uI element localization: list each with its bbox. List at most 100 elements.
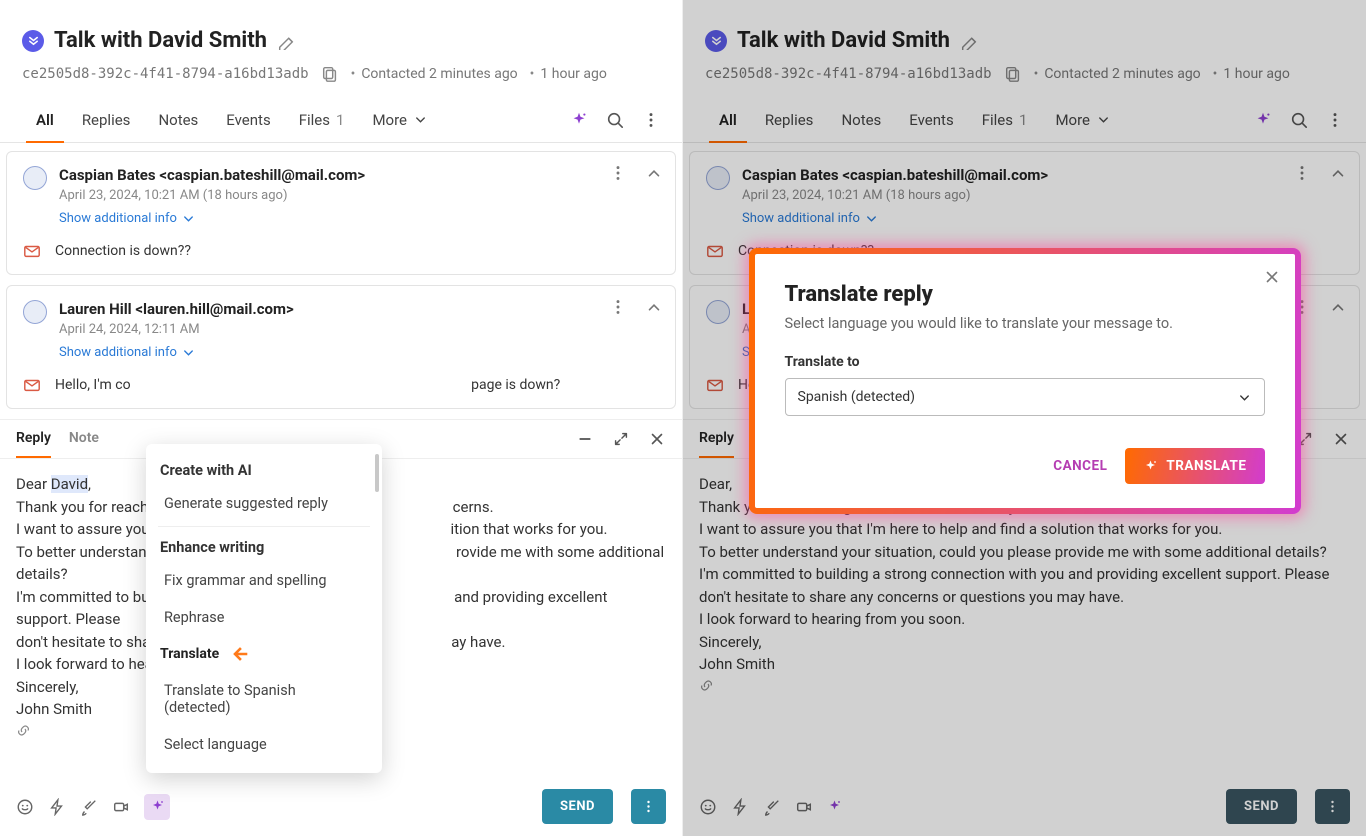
video-icon[interactable] — [795, 798, 813, 816]
tabs-bar: All Replies Notes Events Files1 More — [0, 97, 682, 143]
show-additional-info[interactable]: Show additional info — [59, 211, 196, 226]
search-icon[interactable] — [1290, 111, 1308, 129]
show-additional-info[interactable]: Show additional info — [59, 345, 196, 360]
message-time: April 23, 2024, 10:21 AM (18 hours ago) — [59, 188, 365, 203]
message-from: Caspian Bates <caspian.bateshill@mail.co… — [742, 166, 1048, 184]
tab-more[interactable]: More — [1041, 97, 1125, 142]
reply-tab-reply[interactable]: Reply — [16, 420, 51, 458]
collapse-message-icon[interactable] — [645, 298, 663, 316]
expand-icon[interactable] — [612, 430, 630, 448]
tab-replies[interactable]: Replies — [68, 97, 145, 142]
message-menu-icon[interactable] — [609, 164, 627, 182]
modal-subtitle: Select language you would like to transl… — [785, 315, 1265, 332]
ai-menu-rephrase[interactable]: Rephrase — [146, 599, 382, 636]
chevron-down-icon — [1096, 112, 1111, 127]
contacted-time: Contacted 2 minutes ago — [1034, 66, 1201, 82]
send-dropdown[interactable] — [631, 789, 666, 824]
ai-menu-popup: Create with AI Generate suggested reply … — [146, 444, 382, 773]
bolt-icon[interactable] — [48, 798, 66, 816]
age-time: 1 hour ago — [530, 66, 607, 82]
ai-menu-generate-reply[interactable]: Generate suggested reply — [146, 485, 382, 522]
reply-tab-note[interactable]: Note — [69, 420, 99, 458]
collapse-message-icon[interactable] — [1329, 164, 1347, 182]
collapse-message-icon[interactable] — [645, 164, 663, 182]
conversation-id: ce2505d8-392c-4f41-8794-a16bd13adb — [22, 66, 309, 82]
ai-menu-fix-grammar[interactable]: Fix grammar and spelling — [146, 562, 382, 599]
ai-assist-button[interactable] — [144, 794, 170, 820]
tab-replies[interactable]: Replies — [751, 97, 828, 142]
translate-to-label: Translate to — [785, 354, 1265, 370]
ai-menu-section-translate: Translate — [146, 636, 382, 672]
message-menu-icon[interactable] — [1293, 164, 1311, 182]
copy-id-icon[interactable] — [321, 65, 339, 83]
ai-assist-button[interactable] — [827, 799, 842, 814]
cancel-button[interactable]: CANCEL — [1053, 458, 1107, 474]
page-title: Talk with David Smith — [737, 28, 950, 53]
show-additional-info[interactable]: Show additional info — [742, 211, 879, 226]
edit-title-icon[interactable] — [960, 32, 978, 50]
copy-id-icon[interactable] — [1004, 65, 1022, 83]
scrollbar[interactable] — [375, 454, 379, 492]
tab-notes[interactable]: Notes — [144, 97, 212, 142]
tab-files[interactable]: Files1 — [285, 97, 359, 142]
search-icon[interactable] — [606, 111, 624, 129]
more-actions-icon[interactable] — [642, 111, 660, 129]
language-select[interactable]: Spanish (detected) — [785, 378, 1265, 416]
avatar — [706, 300, 730, 324]
close-modal-icon[interactable] — [1263, 268, 1281, 286]
message-body: Hello, I'm co XXXXXXXXXXXXXXXXXXXXXXXXXX… — [55, 377, 560, 393]
tab-events[interactable]: Events — [895, 97, 967, 142]
message-time: April 23, 2024, 10:21 AM (18 hours ago) — [742, 188, 1048, 203]
language-select-value: Spanish (detected) — [798, 389, 916, 405]
ai-menu-section-create: Create with AI — [146, 454, 382, 485]
ai-sparkle-icon[interactable] — [1254, 111, 1272, 129]
tab-files[interactable]: Files1 — [968, 97, 1042, 142]
message-time: April 24, 2024, 12:11 AM — [59, 322, 294, 337]
send-dropdown[interactable] — [1315, 789, 1350, 824]
collapse-message-icon[interactable] — [1329, 298, 1347, 316]
collapse-badge-icon[interactable] — [705, 30, 727, 52]
chevron-down-icon — [181, 211, 196, 226]
arrow-left-icon — [227, 644, 253, 664]
emoji-icon[interactable] — [16, 798, 34, 816]
ai-menu-select-language[interactable]: Select language — [146, 726, 382, 763]
tab-all[interactable]: All — [22, 97, 68, 142]
tab-more[interactable]: More — [358, 97, 442, 142]
chevron-down-icon — [181, 345, 196, 360]
sparkle-icon — [1143, 459, 1158, 474]
bolt-icon[interactable] — [731, 798, 749, 816]
translate-modal: Translate reply Select language you woul… — [755, 254, 1295, 508]
send-button[interactable]: SEND — [542, 789, 613, 824]
compose-footer: SEND — [0, 779, 682, 836]
close-icon[interactable] — [648, 430, 666, 448]
age-time: 1 hour ago — [1213, 66, 1290, 82]
contacted-time: Contacted 2 minutes ago — [351, 66, 518, 82]
tab-notes[interactable]: Notes — [827, 97, 895, 142]
translate-button[interactable]: TRANSLATE — [1125, 448, 1264, 484]
tab-events[interactable]: Events — [212, 97, 284, 142]
reply-tab-reply[interactable]: Reply — [699, 420, 734, 458]
tab-all[interactable]: All — [705, 97, 751, 142]
edit-title-icon[interactable] — [277, 32, 295, 50]
chevron-down-icon — [864, 211, 879, 226]
message-body: Connection is down?? — [55, 243, 191, 259]
emoji-icon[interactable] — [699, 798, 717, 816]
avatar — [706, 166, 730, 190]
mail-icon — [706, 242, 724, 260]
collapse-badge-icon[interactable] — [22, 30, 44, 52]
message-menu-icon[interactable] — [609, 298, 627, 316]
link-icon — [16, 723, 31, 738]
page-title: Talk with David Smith — [54, 28, 267, 53]
ai-sparkle-icon[interactable] — [570, 111, 588, 129]
modal-title: Translate reply — [785, 282, 1265, 307]
minimize-icon[interactable] — [576, 430, 594, 448]
close-icon[interactable] — [1332, 430, 1350, 448]
message-from: Caspian Bates <caspian.bateshill@mail.co… — [59, 166, 365, 184]
rocket-icon[interactable] — [80, 798, 98, 816]
rocket-icon[interactable] — [763, 798, 781, 816]
video-icon[interactable] — [112, 798, 130, 816]
more-actions-icon[interactable] — [1326, 111, 1344, 129]
ai-menu-translate-detected[interactable]: Translate to Spanish (detected) — [146, 672, 382, 726]
send-button[interactable]: SEND — [1226, 789, 1297, 824]
translate-modal-glow: Translate reply Select language you woul… — [749, 248, 1301, 514]
